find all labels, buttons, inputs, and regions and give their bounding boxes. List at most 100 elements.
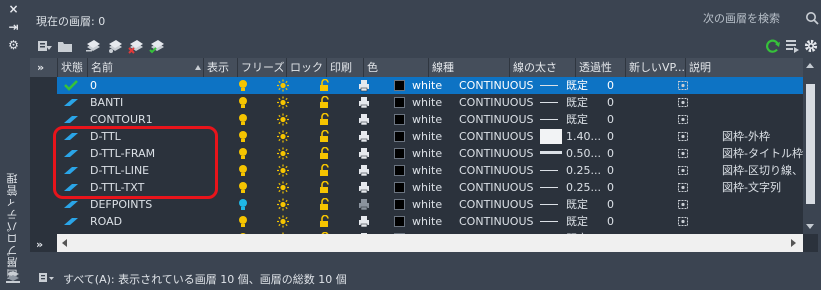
scroll-down-arrow-icon[interactable] bbox=[806, 224, 814, 229]
layer-on-toggle[interactable] bbox=[237, 162, 257, 179]
layer-new-vp-freeze-toggle[interactable] bbox=[677, 196, 697, 213]
layer-description[interactable] bbox=[722, 111, 803, 128]
horizontal-scrollbar[interactable] bbox=[57, 234, 803, 252]
layer-lock-toggle[interactable] bbox=[319, 196, 339, 213]
layer-status-cell[interactable] bbox=[57, 77, 87, 94]
properties-icon[interactable]: ⚙ bbox=[0, 37, 27, 53]
layer-row[interactable]: ROAD white CONTINUOUS 既定 0 bbox=[57, 213, 803, 230]
layer-name[interactable]: BANTI bbox=[90, 94, 228, 111]
layer-plot-toggle[interactable] bbox=[358, 179, 378, 196]
layer-linetype[interactable]: CONTINUOUS bbox=[459, 213, 537, 230]
layer-new-vp-freeze-toggle[interactable] bbox=[677, 162, 697, 179]
column-freeze[interactable]: フリーズ bbox=[237, 58, 286, 77]
column-color[interactable]: 色 bbox=[363, 58, 428, 77]
layer-freeze-toggle[interactable] bbox=[277, 196, 297, 213]
layer-description[interactable]: 図枠-タイトル枠、尺 bbox=[722, 145, 803, 162]
layer-transparency[interactable]: 0 bbox=[607, 196, 647, 213]
column-description[interactable]: 説明 bbox=[685, 58, 803, 77]
layer-lock-toggle[interactable] bbox=[319, 111, 339, 128]
layer-lock-toggle[interactable] bbox=[319, 213, 339, 230]
settings-icon[interactable] bbox=[803, 38, 819, 54]
layer-transparency[interactable]: 0 bbox=[607, 162, 647, 179]
layer-linetype[interactable]: CONTINUOUS bbox=[459, 128, 537, 145]
layer-freeze-toggle[interactable] bbox=[277, 145, 297, 162]
layer-plot-toggle[interactable] bbox=[358, 213, 378, 230]
layer-transparency[interactable]: 0 bbox=[607, 111, 647, 128]
layer-lineweight-cell[interactable]: 既定 bbox=[540, 94, 604, 111]
layer-row[interactable]: 0 white CONTINUOUS 既定 0 bbox=[57, 77, 803, 94]
layer-description[interactable]: 図枠-文字列 bbox=[722, 179, 803, 196]
layer-freeze-toggle[interactable] bbox=[277, 94, 297, 111]
layer-lock-toggle[interactable] bbox=[319, 128, 339, 145]
new-layer-vp-frozen-icon[interactable] bbox=[107, 38, 123, 54]
layer-color-cell[interactable]: white bbox=[394, 179, 456, 196]
new-property-filter-icon[interactable] bbox=[37, 38, 53, 54]
layer-linetype[interactable]: CONTINUOUS bbox=[459, 111, 537, 128]
scroll-right-arrow-icon[interactable] bbox=[791, 239, 796, 247]
column-plot[interactable]: 印刷 bbox=[326, 58, 363, 77]
layer-new-vp-freeze-toggle[interactable] bbox=[677, 213, 697, 230]
layer-lineweight-cell[interactable]: 0.25... bbox=[540, 179, 604, 196]
search-input[interactable] bbox=[693, 8, 803, 29]
scroll-up-arrow-icon[interactable] bbox=[806, 63, 814, 68]
layer-plot-toggle[interactable] bbox=[358, 128, 378, 145]
layer-transparency[interactable]: 0 bbox=[607, 145, 647, 162]
layer-freeze-toggle[interactable] bbox=[277, 179, 297, 196]
layer-on-toggle[interactable] bbox=[237, 77, 257, 94]
layer-color-cell[interactable]: white bbox=[394, 162, 456, 179]
layer-row[interactable]: BANTI white CONTINUOUS 既定 0 bbox=[57, 94, 803, 111]
layer-on-toggle[interactable] bbox=[237, 196, 257, 213]
column-transparency[interactable]: 透過性 bbox=[575, 58, 625, 77]
collapse-filter-tree-button[interactable]: » bbox=[36, 238, 43, 251]
scroll-left-arrow-icon[interactable] bbox=[62, 239, 67, 247]
layer-new-vp-freeze-toggle[interactable] bbox=[677, 77, 697, 94]
layer-plot-toggle[interactable] bbox=[358, 111, 378, 128]
layer-linetype[interactable]: CONTINUOUS bbox=[459, 196, 537, 213]
layer-new-vp-freeze-toggle[interactable] bbox=[677, 111, 697, 128]
layer-name[interactable]: ROAD bbox=[90, 213, 228, 230]
close-icon[interactable]: × bbox=[0, 1, 27, 17]
layer-on-toggle[interactable] bbox=[237, 128, 257, 145]
column-status[interactable]: 状態 bbox=[57, 58, 86, 77]
layer-linetype[interactable]: CONTINUOUS bbox=[459, 77, 537, 94]
layer-lineweight-cell[interactable]: 0.50... bbox=[540, 145, 604, 162]
layer-name[interactable]: 0 bbox=[90, 77, 228, 94]
expand-filter-tree-button[interactable]: » bbox=[34, 58, 56, 77]
column-new-vp-freeze[interactable]: 新しいVP... bbox=[625, 58, 685, 77]
layer-linetype[interactable]: CONTINUOUS bbox=[459, 145, 537, 162]
layer-on-toggle[interactable] bbox=[237, 94, 257, 111]
layer-color-cell[interactable]: white bbox=[394, 128, 456, 145]
layer-states-icon[interactable] bbox=[784, 38, 800, 54]
layer-on-toggle[interactable] bbox=[237, 111, 257, 128]
set-current-icon[interactable] bbox=[149, 38, 165, 54]
column-linetype[interactable]: 線種 bbox=[428, 58, 509, 77]
layer-color-cell[interactable]: white bbox=[394, 196, 456, 213]
layer-linetype[interactable]: CONTINUOUS bbox=[459, 162, 537, 179]
column-lineweight[interactable]: 線の太さ bbox=[509, 58, 575, 77]
layer-color-cell[interactable]: white bbox=[394, 111, 456, 128]
layer-color-cell[interactable]: white bbox=[394, 77, 456, 94]
new-layer-icon[interactable] bbox=[85, 38, 101, 54]
new-group-filter-icon[interactable] bbox=[57, 38, 73, 54]
layer-description[interactable] bbox=[722, 77, 803, 94]
layer-lineweight-cell[interactable]: 0.25... bbox=[540, 162, 604, 179]
layer-lock-toggle[interactable] bbox=[319, 179, 339, 196]
layer-lock-toggle[interactable] bbox=[319, 145, 339, 162]
layer-lineweight-cell[interactable]: 既定 bbox=[540, 196, 604, 213]
layer-color-cell[interactable]: white bbox=[394, 145, 456, 162]
layer-freeze-toggle[interactable] bbox=[277, 111, 297, 128]
layer-plot-toggle[interactable] bbox=[358, 145, 378, 162]
layer-lock-toggle[interactable] bbox=[319, 162, 339, 179]
layer-freeze-toggle[interactable] bbox=[277, 162, 297, 179]
layer-new-vp-freeze-toggle[interactable] bbox=[677, 128, 697, 145]
layer-on-toggle[interactable] bbox=[237, 213, 257, 230]
layer-lock-toggle[interactable] bbox=[319, 77, 339, 94]
layer-plot-toggle[interactable] bbox=[358, 94, 378, 111]
layer-on-toggle[interactable] bbox=[237, 145, 257, 162]
layer-description[interactable] bbox=[722, 213, 803, 230]
layer-transparency[interactable]: 0 bbox=[607, 213, 647, 230]
layer-freeze-toggle[interactable] bbox=[277, 128, 297, 145]
layer-description[interactable]: 図枠-外枠 bbox=[722, 128, 803, 145]
layer-lock-toggle[interactable] bbox=[319, 94, 339, 111]
layer-lineweight-cell[interactable]: 既定 bbox=[540, 77, 604, 94]
